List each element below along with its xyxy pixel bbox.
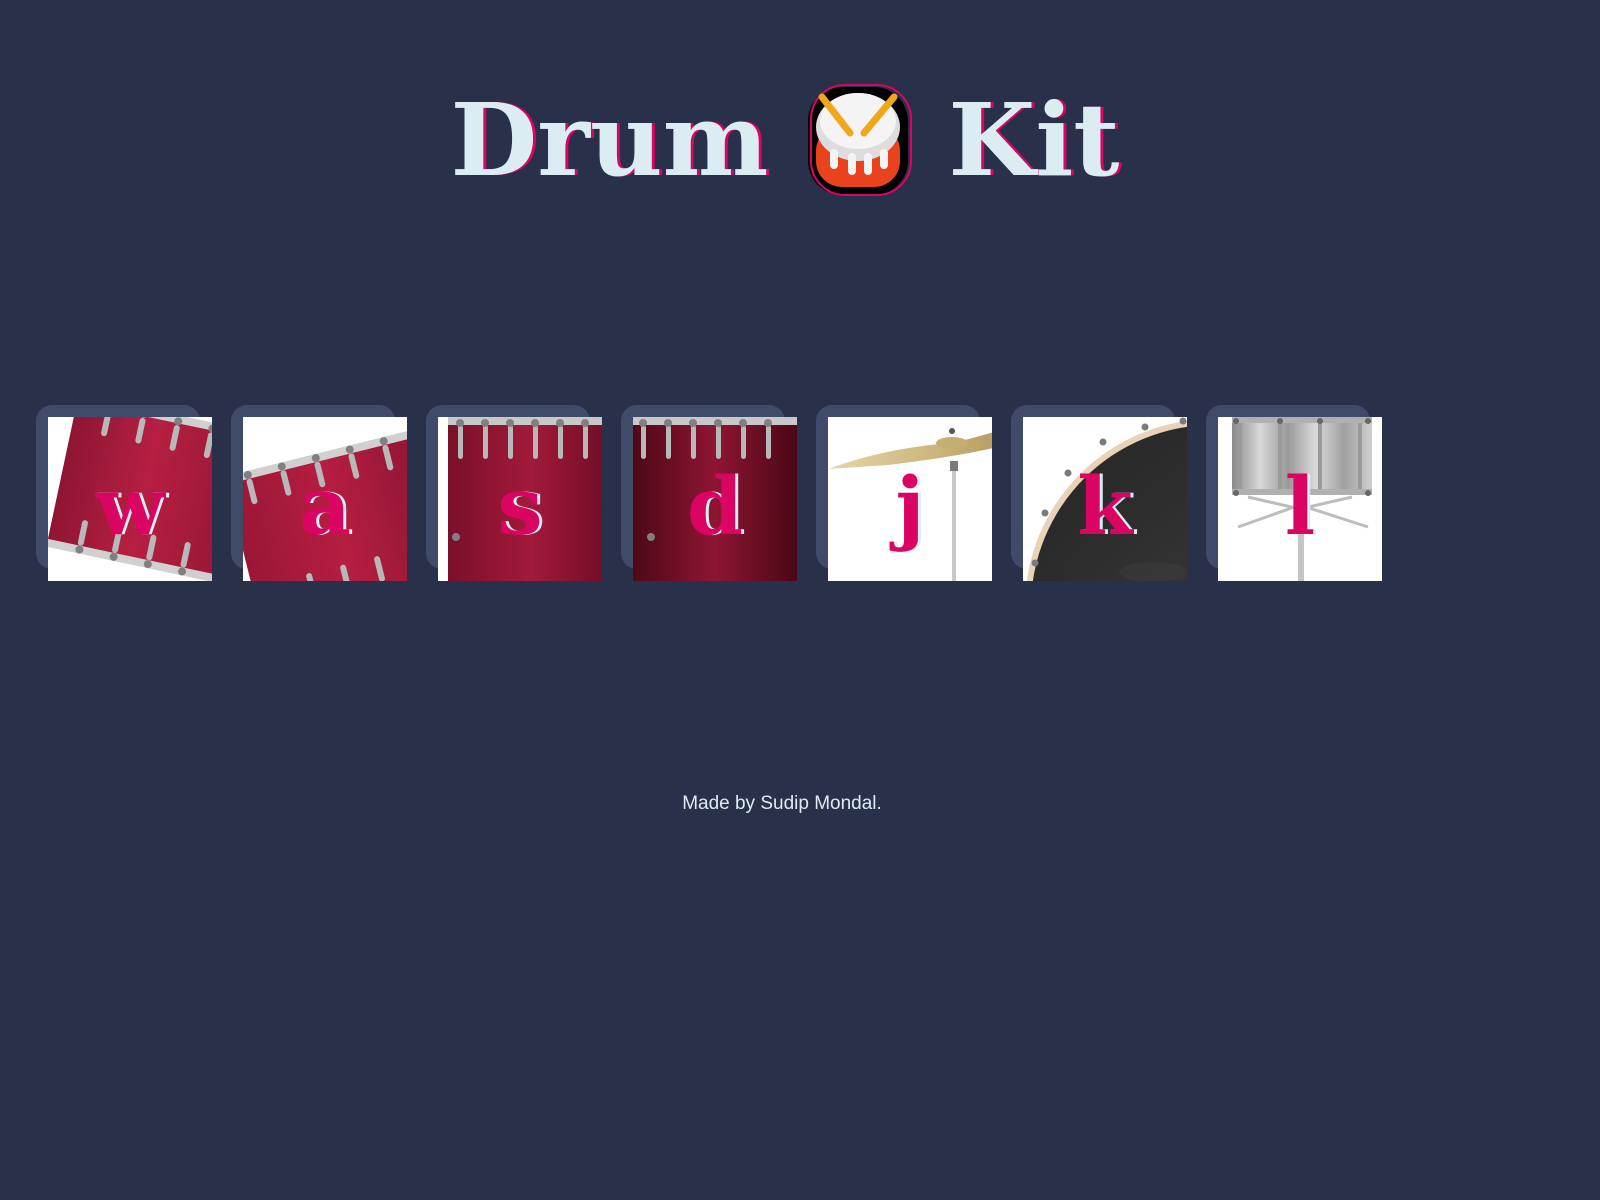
drum-key-label: d — [687, 459, 743, 553]
drum-key-label: w — [95, 459, 165, 553]
drum-key-label: a — [299, 459, 351, 553]
drum-face: l — [1218, 417, 1382, 581]
drum-face: j — [828, 417, 992, 581]
drum-face: a — [243, 417, 407, 581]
drum-button-k[interactable]: k — [1011, 405, 1187, 581]
page-title: Drum Kit — [0, 60, 1570, 220]
drum-button-l[interactable]: l — [1206, 405, 1382, 581]
drum-emoji-icon — [808, 84, 913, 196]
drum-button-a[interactable]: a — [231, 405, 407, 581]
drum-face: k — [1023, 417, 1187, 581]
drum-button-j[interactable]: j — [816, 405, 992, 581]
drum-key-label: j — [895, 459, 925, 553]
drum-key-label: l — [1284, 459, 1316, 553]
title-word-drum: Drum — [450, 81, 769, 199]
title-word-kit: Kit — [948, 81, 1120, 199]
drum-button-s[interactable]: s — [426, 405, 602, 581]
drum-face: d — [633, 417, 797, 581]
drum-key-label: k — [1077, 459, 1133, 553]
drum-button-w[interactable]: w — [36, 405, 212, 581]
drum-set: w a s d j k l — [36, 405, 1382, 581]
footer-credit: Made by Sudip Mondal. — [682, 793, 882, 814]
drum-button-d[interactable]: d — [621, 405, 797, 581]
drum-face: w — [48, 417, 212, 581]
drum-key-label: s — [497, 459, 543, 553]
drum-face: s — [438, 417, 602, 581]
